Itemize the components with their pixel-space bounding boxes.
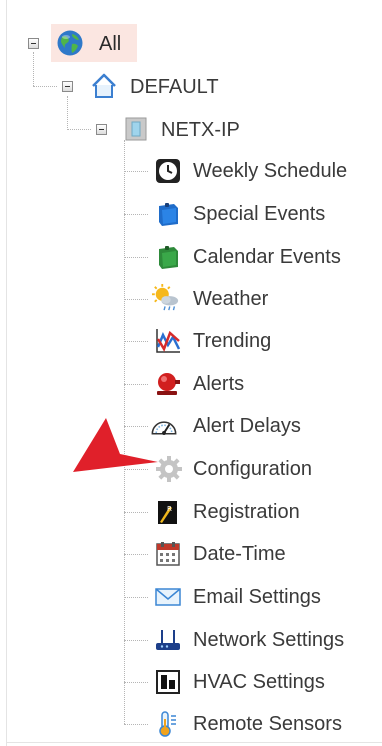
tree-item-alert-delays[interactable]: Alert Delays [193,414,301,438]
tree-item-special-events[interactable]: Special Events [193,202,325,226]
tree-item-weather[interactable]: Weather [193,287,268,311]
tree-connector [67,96,68,130]
tree-item-date-time[interactable]: Date-Time [193,542,286,566]
tree-connector [124,341,148,342]
thermometer-icon [154,710,182,738]
red-pointer-arrow [73,418,158,472]
tree-connector [124,682,148,683]
collapse-toggle-default[interactable] [62,81,73,92]
calendar-icon [154,540,182,568]
panel-border [6,0,7,746]
router-icon [154,626,182,654]
tree-item-alerts[interactable]: Alerts [193,372,244,396]
tree-item-registration[interactable]: Registration [193,500,300,524]
clock-icon [154,157,182,185]
hvac-icon [154,668,182,696]
house-icon [90,72,118,100]
svg-text:R: R [167,505,172,513]
tree-item-trending[interactable]: Trending [193,329,271,353]
registration-icon: R [154,498,182,526]
device-tree-panel: All DEFAULT NETX-IP Weekly Schedule Spec… [0,0,382,746]
tree-connector [124,554,148,555]
globe-icon [56,29,84,57]
tree-connector [67,129,91,130]
envelope-icon [154,583,182,611]
tree-connector [33,52,34,86]
collapse-toggle-netx-ip[interactable] [96,124,107,135]
tree-connector [124,640,148,641]
collapse-toggle-root[interactable] [28,38,39,49]
green-binder-icon [154,243,182,271]
panel-border-bottom [6,742,382,743]
tree-connector [124,512,148,513]
tree-item-configuration[interactable]: Configuration [193,457,312,481]
tree-item-hvac-settings[interactable]: HVAC Settings [193,670,325,694]
tree-connector [124,171,148,172]
tree-connector [124,214,148,215]
tree-connector [124,257,148,258]
tree-connector [33,86,57,87]
trend-chart-icon [154,327,182,355]
tree-connector [124,597,148,598]
tree-connector [124,299,148,300]
tree-item-network-settings[interactable]: Network Settings [193,628,344,652]
tree-connector [124,384,148,385]
tree-node-netx-ip[interactable]: NETX-IP [161,118,240,142]
tree-item-email-settings[interactable]: Email Settings [193,585,321,609]
device-icon [122,115,150,143]
tree-item-calendar-events[interactable]: Calendar Events [193,245,341,269]
tree-item-weekly-schedule[interactable]: Weekly Schedule [193,159,347,183]
tree-connector [124,724,148,725]
tree-node-all[interactable]: All [99,32,121,56]
weather-icon [152,284,180,312]
tree-item-remote-sensors[interactable]: Remote Sensors [193,712,342,736]
alarm-bell-icon [154,370,182,398]
blue-binder-icon [154,200,182,228]
tree-node-default[interactable]: DEFAULT [130,75,219,99]
